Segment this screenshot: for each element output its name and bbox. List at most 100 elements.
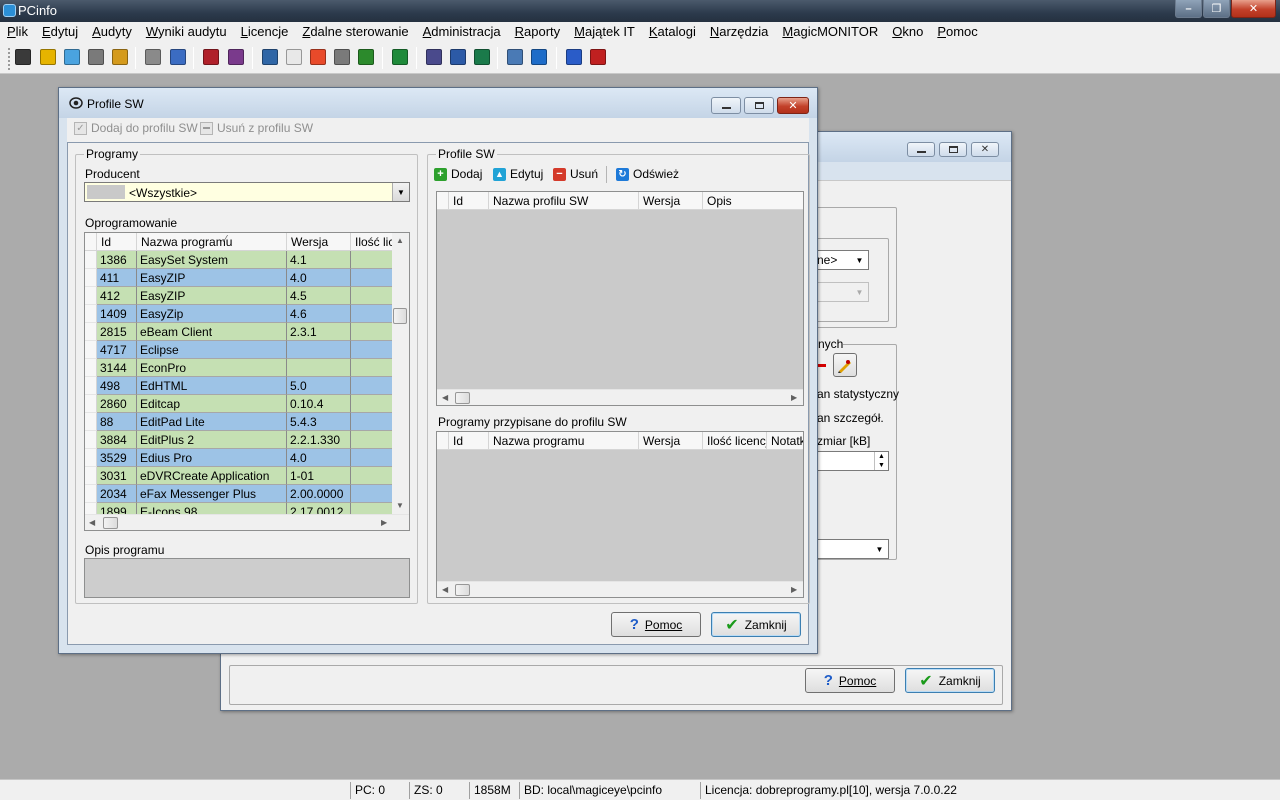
column-header[interactable]: Notatk [767,432,803,450]
edit-tool-icon[interactable] [833,353,857,377]
close-icon[interactable]: ✕ [777,97,809,114]
menu-11[interactable]: MagicMONITOR [775,22,885,42]
column-header[interactable]: Wersja [639,432,703,450]
scroll-thumb[interactable] [455,584,470,596]
menu-6[interactable]: Administracja [416,22,508,42]
profile-sw-dialog[interactable]: Profile SW ✕ ✓ Dodaj do profilu SW Usuń … [58,87,818,654]
scroll-thumb[interactable] [393,308,407,324]
menu-13[interactable]: Pomoc [930,22,984,42]
column-header[interactable]: Ilość licencji [703,432,767,450]
language-flag-icon[interactable] [590,49,606,65]
scroll-thumb[interactable] [103,517,118,529]
table-row[interactable]: 498 EdHTML 5.0 [85,377,392,395]
monitor-icon[interactable] [450,49,466,65]
chevron-down-icon[interactable]: ▼ [392,183,409,201]
add-profile-button[interactable]: + Dodaj [434,167,482,181]
scroll-thumb[interactable] [455,392,470,404]
chevron-down-icon[interactable]: ▼ [871,540,888,558]
table-row[interactable]: 2034 eFax Messenger Plus 2.00.0000 [85,485,392,503]
table-row[interactable]: 1409 EasyZip 4.6 [85,305,392,323]
table-row[interactable]: 412 EasyZIP 4.5 [85,287,392,305]
table-row[interactable]: 88 EditPad Lite 5.4.3 [85,413,392,431]
refresh-button[interactable]: ↻ Odśwież [616,167,679,181]
add-to-profile-button[interactable]: ✓ Dodaj do profilu SW [74,121,198,135]
table-row[interactable]: 3144 EconPro [85,359,392,377]
maximize-button[interactable]: ❐ [1203,0,1230,18]
close-icon[interactable]: ✕ [971,142,999,157]
minimize-icon[interactable] [907,142,935,157]
close-dialog-button[interactable]: ✔ Zamknij [711,612,801,637]
menu-1[interactable]: Edytuj [35,22,85,42]
bg-help-button[interactable]: ? Pomoc [805,668,895,693]
help-icon[interactable] [566,49,582,65]
software-vscrollbar[interactable]: ▲ ▼ [392,233,409,515]
toolbar-grip[interactable] [8,48,11,70]
table-row[interactable]: 3031 eDVRCreate Application 1-01 [85,467,392,485]
table-row[interactable]: 411 EasyZIP 4.0 [85,269,392,287]
restore-icon[interactable] [744,97,774,114]
table-row[interactable]: 2860 Editcap 0.10.4 [85,395,392,413]
menu-4[interactable]: Licencje [234,22,296,42]
chart-icon[interactable] [170,49,186,65]
menu-5[interactable]: Zdalne sterowanie [295,22,415,42]
description-box[interactable] [84,558,410,598]
scroll-up-icon[interactable]: ▲ [396,236,404,245]
audit-icon[interactable] [64,49,80,65]
close-button[interactable]: ✕ [1231,0,1276,18]
table-row[interactable]: 3529 Edius Pro 4.0 [85,449,392,467]
column-header[interactable]: Opis [703,192,803,210]
table-row[interactable]: 2815 eBeam Client 2.3.1 [85,323,392,341]
scroll-right-icon[interactable]: ▶ [791,393,797,402]
assigned-hscrollbar[interactable]: ◀ ▶ [437,581,803,597]
chevron-down-icon[interactable]: ▼ [851,251,868,269]
restore-icon[interactable] [939,142,967,157]
assigned-programs-grid[interactable]: Id Nazwa programu Wersja Ilość licencji Nota… [436,431,804,598]
column-header[interactable]: Id [449,432,489,450]
book-icon[interactable] [531,49,547,65]
profiles-hscrollbar[interactable]: ◀ ▶ [437,389,803,405]
menu-12[interactable]: Okno [885,22,930,42]
cube-icon[interactable] [228,49,244,65]
palette-icon[interactable] [310,49,326,65]
menu-2[interactable]: Audyty [85,22,139,42]
folder-icon[interactable] [507,49,523,65]
minimize-icon[interactable] [711,97,741,114]
table-row[interactable]: 1386 EasySet System 4.1 [85,251,392,269]
network-icon[interactable] [426,49,442,65]
column-header[interactable]: Wersja [287,233,351,251]
document-icon[interactable] [334,49,350,65]
menu-9[interactable]: Katalogi [642,22,703,42]
column-header[interactable]: Nazwa programu [489,432,639,450]
scroll-left-icon[interactable]: ◀ [442,585,448,594]
scroll-left-icon[interactable]: ◀ [442,393,448,402]
producer-combo[interactable]: <Wszystkie> ▼ [84,182,410,202]
print-icon[interactable] [145,49,161,65]
software-hscrollbar[interactable]: ◀ ▶ [85,514,409,530]
table-row[interactable]: 1899 E-Icons 98 2.17.0012 [85,503,392,514]
window-icon[interactable] [286,49,302,65]
scan-icon[interactable] [88,49,104,65]
remove-from-profile-button[interactable]: Usuń z profilu SW [200,121,313,135]
scroll-left-icon[interactable]: ◀ [89,518,95,527]
wizard-icon[interactable] [15,49,31,65]
column-header[interactable]: Nazwa programu [137,233,287,251]
profiles-grid[interactable]: Id Nazwa profilu SW Wersja Opis ◀ ▶ [436,191,804,406]
scroll-right-icon[interactable]: ▶ [381,518,387,527]
column-header[interactable]: Id [97,233,137,251]
column-header[interactable]: Wersja [639,192,703,210]
column-header[interactable]: Id [449,192,489,210]
edit-icon[interactable] [112,49,128,65]
minimize-button[interactable]: – [1175,0,1202,18]
export-icon[interactable] [40,49,56,65]
table-row[interactable]: 3884 EditPlus 2 2.2.1.330 [85,431,392,449]
column-header[interactable]: Nazwa profilu SW [489,192,639,210]
money-icon[interactable] [392,49,408,65]
software-grid[interactable]: Id Nazwa programu Wersja Ilość lice ⁄ 1386 Ea… [84,232,410,531]
delete-profile-button[interactable]: − Usuń [553,167,598,181]
menu-10[interactable]: Narzędzia [703,22,776,42]
menu-0[interactable]: Plik [0,22,35,42]
remote-icon[interactable] [474,49,490,65]
bg-close-button[interactable]: ✔ Zamknij [905,668,995,693]
menu-7[interactable]: Raporty [508,22,568,42]
menu-3[interactable]: Wyniki audytu [139,22,234,42]
